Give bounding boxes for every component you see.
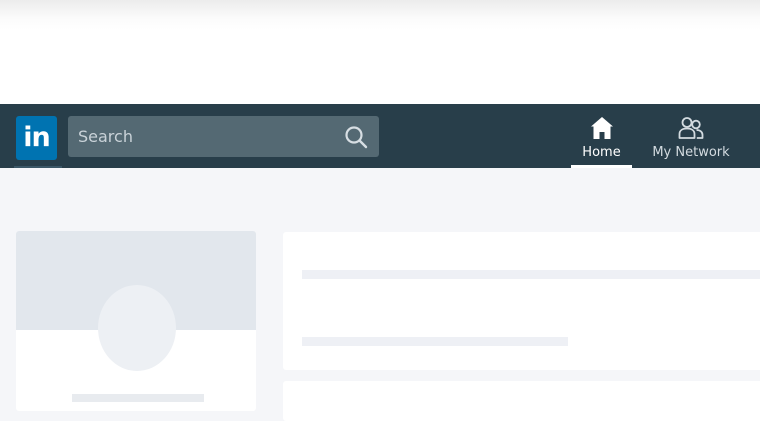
nav-item-home-label: Home [582,145,621,160]
my-network-icon [678,117,704,139]
nav-item-home[interactable]: Home [571,104,632,168]
avatar [98,285,176,371]
search-input[interactable] [68,116,328,157]
logo-underline [14,166,62,168]
profile-name-placeholder [72,394,204,402]
feed-card-placeholder [283,232,760,370]
home-icon [590,117,613,139]
top-navbar: in Home My Network [0,104,760,168]
nav-item-my-network-label: My Network [652,145,730,160]
profile-card-placeholder [16,231,256,411]
active-tab-indicator [571,165,632,168]
search-icon[interactable] [344,125,368,149]
skeleton-line [302,337,568,346]
nav-item-my-network[interactable]: My Network [651,104,731,168]
search-box [68,116,379,157]
skeleton-line [302,270,760,279]
top-blank-area [0,0,760,104]
linkedin-logo[interactable]: in [16,116,57,160]
feed-card-placeholder [283,381,760,421]
